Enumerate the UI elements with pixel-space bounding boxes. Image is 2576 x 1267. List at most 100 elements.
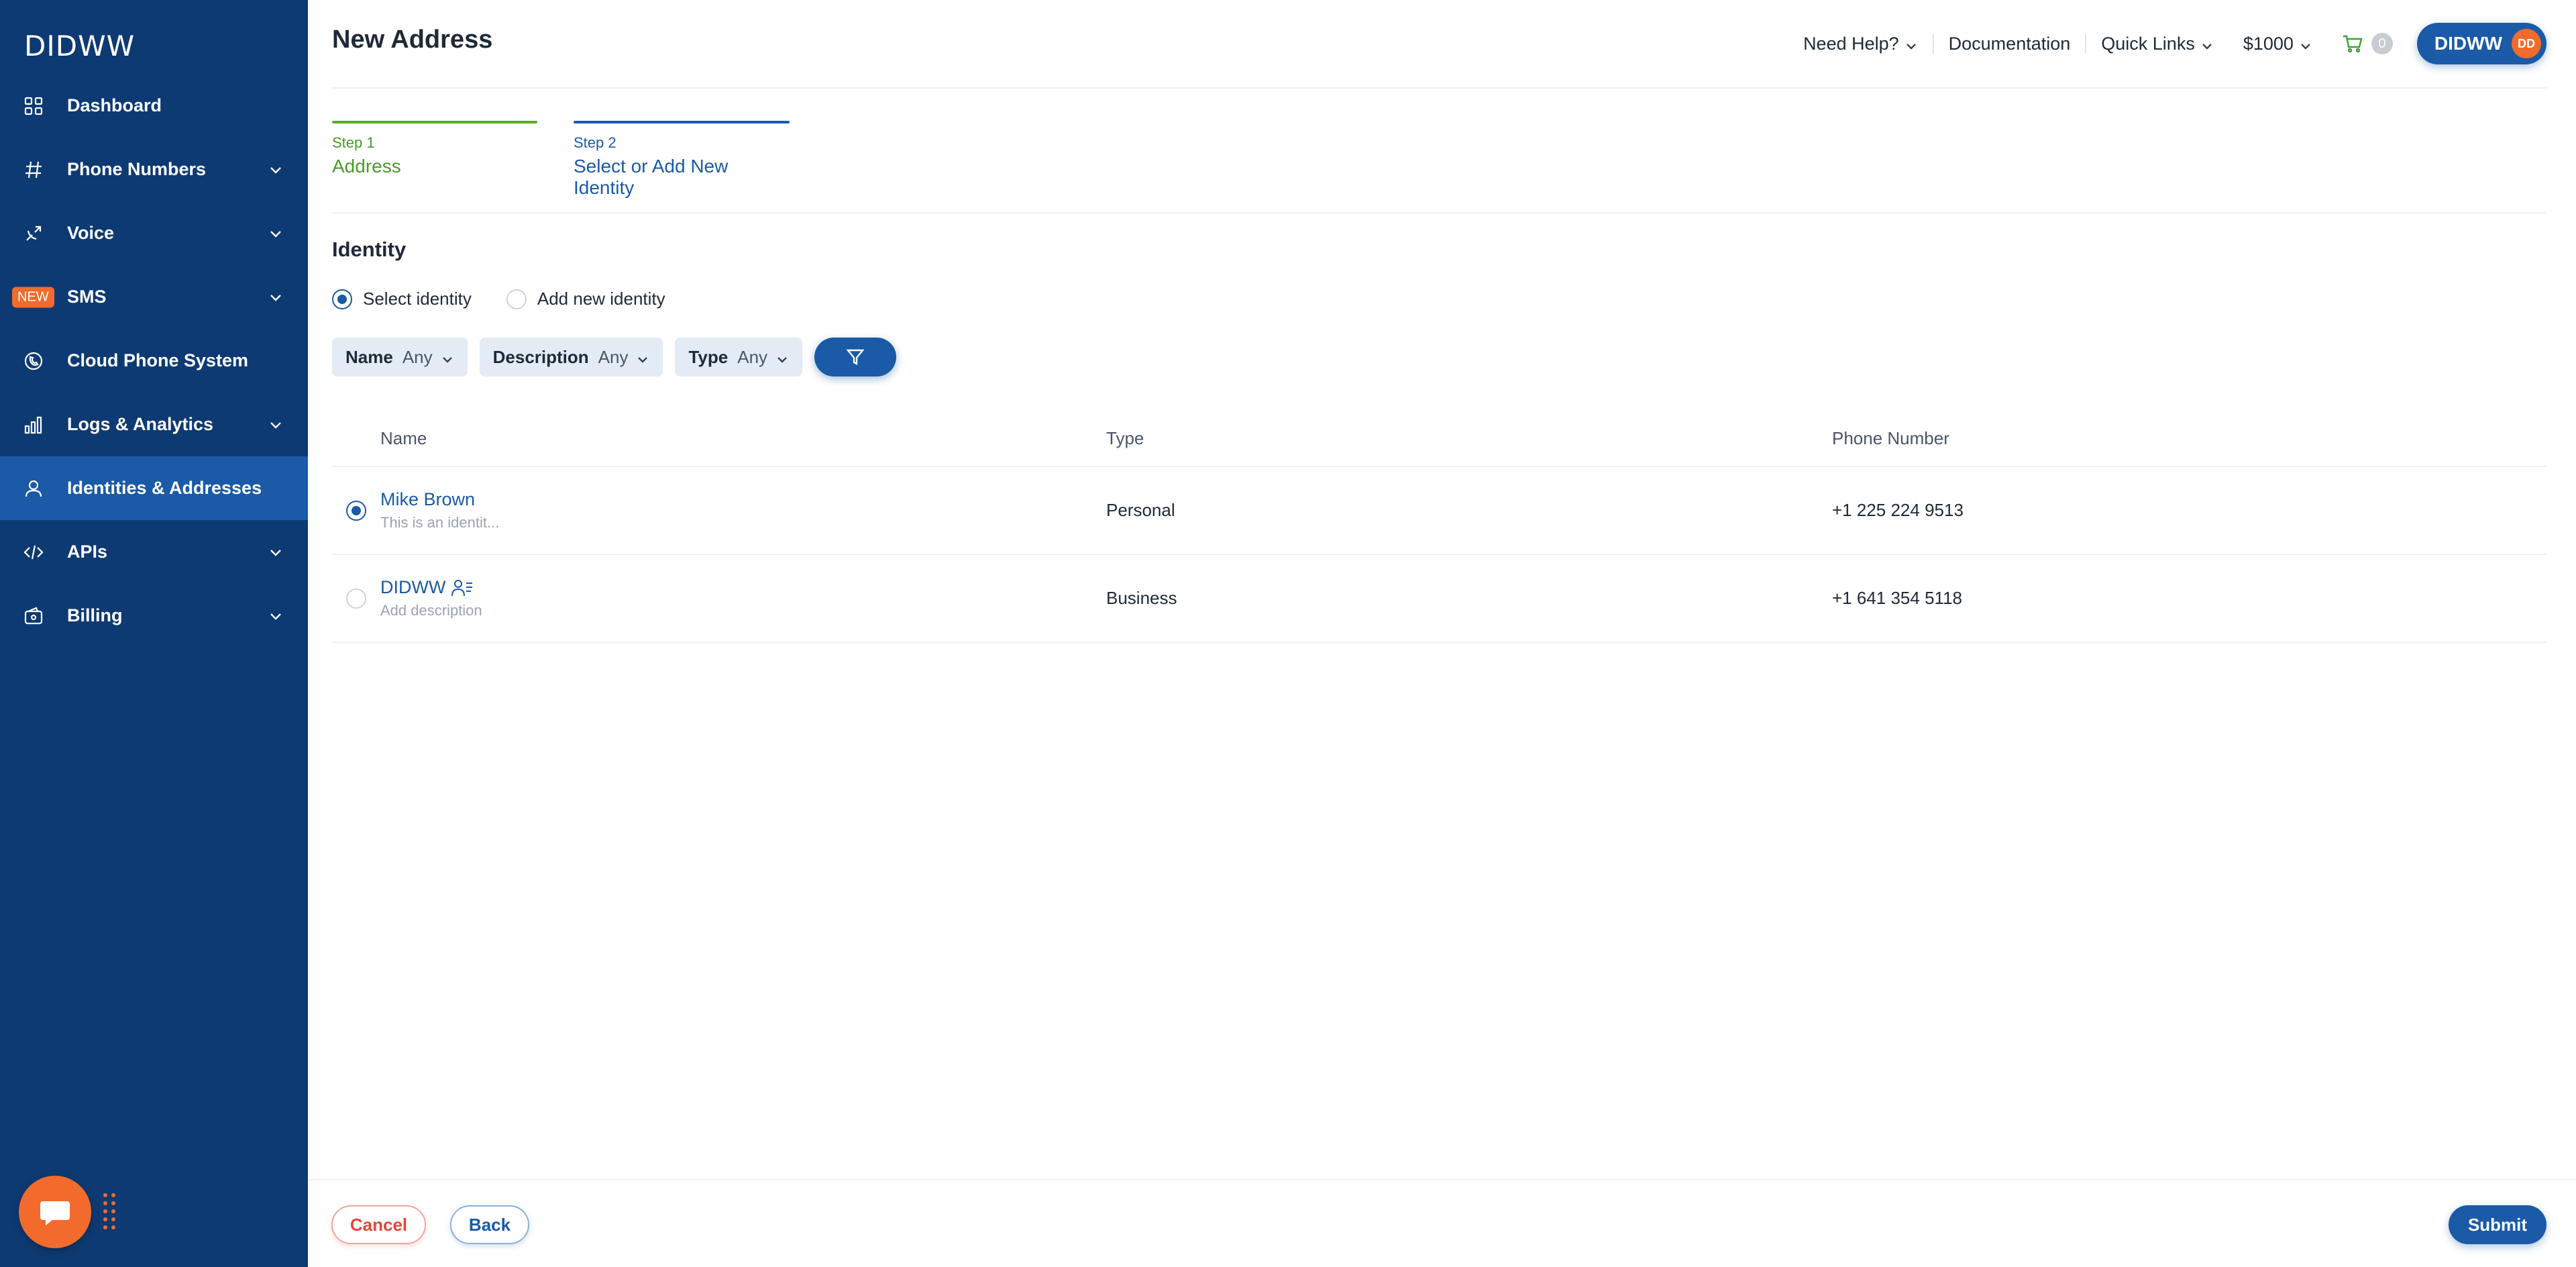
phone-forward-icon <box>23 223 44 244</box>
identity-card-icon <box>451 578 474 598</box>
chevron-down-icon <box>268 544 284 560</box>
step-1[interactable]: Step 1 Address <box>332 121 537 177</box>
add-new-identity-option[interactable]: Add new identity <box>506 289 665 309</box>
sidebar-item-dashboard[interactable]: Dashboard <box>0 74 308 138</box>
chevron-down-icon <box>268 608 284 624</box>
identity-name-link[interactable]: Mike Brown <box>380 489 1106 510</box>
identities-table: Name Type Phone Number Mike Brown This i… <box>332 411 2546 643</box>
footer-divider <box>308 1179 2576 1180</box>
filter-label: Description <box>492 346 589 367</box>
column-header-name[interactable]: Name <box>380 428 1106 449</box>
cart-button[interactable]: 0 <box>2327 33 2408 54</box>
column-header-phone-number[interactable]: Phone Number <box>1832 428 2546 449</box>
identity-name: DIDWW <box>380 577 446 597</box>
identity-name-link[interactable]: DIDWW <box>380 577 1106 598</box>
code-icon <box>23 542 44 563</box>
apply-filter-button[interactable] <box>814 338 897 376</box>
sidebar-item-label: Identities & Addresses <box>67 478 262 498</box>
sidebar-item-billing[interactable]: Billing <box>0 584 308 648</box>
balance-value: $1000 <box>2243 33 2294 54</box>
stepper-divider <box>332 212 2546 213</box>
filter-value: Any <box>737 346 768 367</box>
filter-value: Any <box>598 346 629 367</box>
cancel-button[interactable]: Cancel <box>331 1205 426 1244</box>
column-header-type[interactable]: Type <box>1106 428 1832 449</box>
identity-description[interactable]: This is an identit... <box>380 514 1106 531</box>
sidebar-item-label: Billing <box>67 605 123 625</box>
chevron-down-icon <box>775 350 789 364</box>
row-select-radio[interactable] <box>346 588 366 609</box>
new-badge: NEW <box>12 287 54 307</box>
balance-dropdown[interactable]: $1000 <box>2229 23 2327 64</box>
back-button[interactable]: Back <box>450 1205 529 1244</box>
need-help-dropdown[interactable]: Need Help? <box>1788 23 1933 64</box>
identity-phone: +1 641 354 5118 <box>1832 588 1962 608</box>
avatar: DD <box>2512 29 2541 58</box>
wallet-icon <box>23 605 44 627</box>
radio-label: Select identity <box>363 289 472 309</box>
sidebar: DIDWW Dashboard Phone Numbers Voice NEW … <box>0 0 308 1267</box>
filter-description[interactable]: Description Any <box>479 338 663 376</box>
user-menu-button[interactable]: DIDWW DD <box>2416 23 2546 64</box>
hash-icon <box>23 159 44 181</box>
sidebar-item-voice[interactable]: Voice <box>0 201 308 265</box>
table-header: Name Type Phone Number <box>332 411 2546 467</box>
chevron-down-icon <box>636 350 649 364</box>
chevron-down-icon <box>2200 37 2214 50</box>
top-nav: Need Help? Documentation Quick Links $10… <box>1788 23 2546 64</box>
step-2[interactable]: Step 2 Select or Add New Identity <box>574 121 790 199</box>
dialpad-icon[interactable] <box>102 1192 118 1229</box>
filter-name[interactable]: Name Any <box>332 338 468 376</box>
sidebar-item-label: Cloud Phone System <box>67 350 249 370</box>
page-title: New Address <box>332 26 493 54</box>
sidebar-item-label: APIs <box>67 542 108 562</box>
identity-type: Business <box>1106 588 1177 608</box>
sidebar-item-identities-addresses[interactable]: Identities & Addresses <box>0 456 308 520</box>
user-icon <box>23 478 44 499</box>
identity-name: Mike Brown <box>380 489 476 509</box>
chevron-down-icon <box>268 162 284 178</box>
bar-chart-icon <box>23 414 44 436</box>
filter-bar: Name Any Description Any Type Any <box>332 338 897 376</box>
quick-links-dropdown[interactable]: Quick Links <box>2086 23 2229 64</box>
sidebar-item-phone-numbers[interactable]: Phone Numbers <box>0 138 308 201</box>
step-number: Step 2 <box>574 134 616 151</box>
chat-bubble-icon <box>40 1201 70 1225</box>
header-divider <box>332 87 2546 89</box>
submit-button[interactable]: Submit <box>2449 1205 2546 1244</box>
user-name: DIDWW <box>2434 33 2502 54</box>
didww-logo[interactable]: DIDWW <box>24 30 135 62</box>
filter-label: Type <box>688 346 729 367</box>
need-help-label: Need Help? <box>1803 33 1899 54</box>
chevron-down-icon <box>268 225 284 242</box>
documentation-link[interactable]: Documentation <box>1934 23 2086 64</box>
table-row[interactable]: Mike Brown This is an identit... Persona… <box>332 467 2546 555</box>
chevron-down-icon <box>268 417 284 433</box>
filter-icon <box>846 349 865 365</box>
sidebar-item-sms[interactable]: NEW SMS <box>0 265 308 329</box>
step-progress-bar <box>332 121 537 123</box>
step-number: Step 1 <box>332 134 375 151</box>
chevron-down-icon <box>268 289 284 305</box>
chat-button[interactable] <box>19 1176 91 1248</box>
identity-description[interactable]: Add description <box>380 602 1106 619</box>
chevron-down-icon <box>1904 37 1918 50</box>
sidebar-item-cloud-phone-system[interactable]: Cloud Phone System <box>0 329 308 393</box>
identity-mode-radio-group: Select identity Add new identity <box>332 289 700 309</box>
radio-button[interactable] <box>332 289 352 309</box>
step-label: Select or Add New Identity <box>574 156 729 198</box>
identity-phone: +1 225 224 9513 <box>1832 500 1964 520</box>
sidebar-item-label: Phone Numbers <box>67 159 207 179</box>
identity-type: Personal <box>1106 500 1175 520</box>
cloud-phone-icon <box>23 350 44 372</box>
row-select-radio[interactable] <box>346 500 366 521</box>
radio-button[interactable] <box>506 289 527 309</box>
sidebar-item-logs-analytics[interactable]: Logs & Analytics <box>0 393 308 456</box>
filter-type[interactable]: Type Any <box>675 338 803 376</box>
table-row[interactable]: DIDWW Add description Business +1 641 35… <box>332 555 2546 643</box>
sidebar-item-apis[interactable]: APIs <box>0 520 308 584</box>
cart-icon <box>2343 35 2363 53</box>
chevron-down-icon <box>2299 37 2312 50</box>
radio-label: Add new identity <box>537 289 665 309</box>
select-identity-option[interactable]: Select identity <box>332 289 472 309</box>
